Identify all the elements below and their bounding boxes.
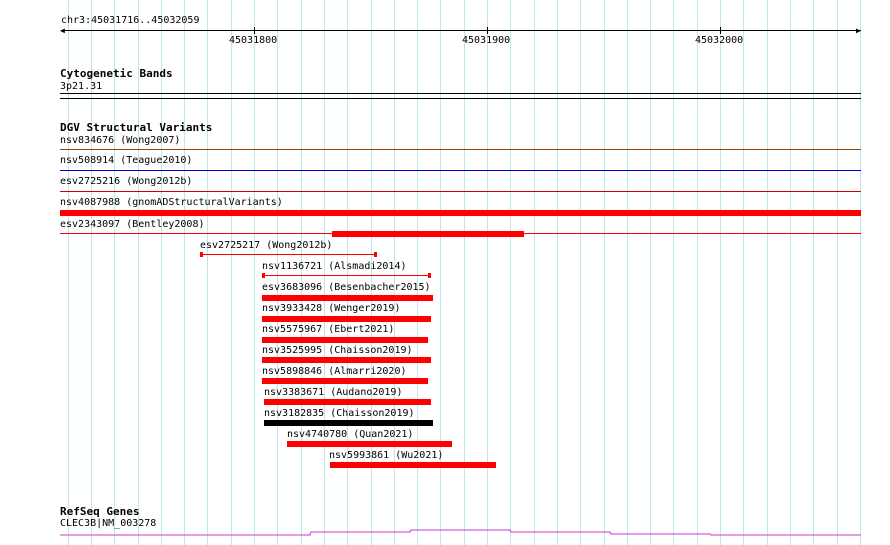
ruler-tick-label: 45031900 xyxy=(462,35,511,46)
grid-line xyxy=(557,0,558,545)
variant-bar[interactable] xyxy=(332,231,524,237)
variant-bar-start xyxy=(262,273,265,278)
grid-line xyxy=(580,0,581,545)
variant-bar-start xyxy=(200,252,203,257)
grid-line xyxy=(813,0,814,545)
variant-bar-end xyxy=(428,273,431,278)
grid-line xyxy=(627,0,628,545)
variant-bar[interactable] xyxy=(60,210,861,216)
variant-bar[interactable] xyxy=(262,357,431,363)
grid-line xyxy=(604,0,605,545)
ruler-tick xyxy=(720,27,721,34)
cytoband-bar-border xyxy=(60,98,861,99)
variant-bar[interactable] xyxy=(201,254,376,255)
grid-line xyxy=(673,0,674,545)
grid-line xyxy=(254,0,255,545)
grid-line xyxy=(650,0,651,545)
variant-label[interactable]: nsv4087988 (gnomADStructuralVariants) xyxy=(60,197,283,209)
variant-label[interactable]: nsv834676 (Wong2007) xyxy=(60,135,180,147)
ruler-range-label: chr3:45031716..45032059 xyxy=(61,15,200,26)
variant-label[interactable]: nsv3525995 (Chaisson2019) xyxy=(262,345,413,357)
variant-label[interactable]: nsv508914 (Teague2010) xyxy=(60,155,192,167)
ruler-tick xyxy=(487,27,488,34)
ruler-axis xyxy=(61,30,861,31)
grid-line xyxy=(138,0,139,545)
variant-bar[interactable] xyxy=(263,275,430,276)
track-title-refseq[interactable]: RefSeq Genes xyxy=(60,505,139,518)
grid-line xyxy=(837,0,838,545)
ruler-right-arrow-icon[interactable]: ▶ xyxy=(856,27,861,35)
grid-line xyxy=(184,0,185,545)
variant-bar[interactable] xyxy=(60,191,861,192)
variant-bar[interactable] xyxy=(60,149,861,150)
variant-label[interactable]: nsv1136721 (Alsmadi2014) xyxy=(262,261,407,273)
variant-bar[interactable] xyxy=(60,170,861,171)
variant-bar[interactable] xyxy=(262,316,431,322)
grid-line xyxy=(114,0,115,545)
ruler-left-arrow-icon[interactable]: ◀ xyxy=(60,27,65,35)
variant-bar[interactable] xyxy=(330,462,496,468)
variant-label[interactable]: esv2343097 (Bentley2008) xyxy=(60,219,205,231)
grid-line xyxy=(697,0,698,545)
grid-line xyxy=(767,0,768,545)
ruler-tick-label: 45032000 xyxy=(695,35,744,46)
grid-line xyxy=(720,0,721,545)
variant-label[interactable]: nsv4740780 (Quan2021) xyxy=(287,429,413,441)
variant-label[interactable]: esv2725217 (Wong2012b) xyxy=(200,240,332,252)
variant-label[interactable]: nsv3182835 (Chaisson2019) xyxy=(264,408,415,420)
variant-label[interactable]: nsv5898846 (Almarri2020) xyxy=(262,366,407,378)
grid-line xyxy=(161,0,162,545)
variant-bar[interactable] xyxy=(262,295,433,301)
grid-line xyxy=(510,0,511,545)
variant-label[interactable]: esv3683096 (Besenbacher2015) xyxy=(262,282,431,294)
variant-bar[interactable] xyxy=(264,420,433,426)
track-title-cytobands[interactable]: Cytogenetic Bands xyxy=(60,67,173,80)
grid-line xyxy=(743,0,744,545)
variant-bar[interactable] xyxy=(287,441,452,447)
gene-intron-line xyxy=(60,529,861,536)
variant-label[interactable]: nsv5993861 (Wu2021) xyxy=(329,450,443,462)
variant-bar[interactable] xyxy=(264,399,431,405)
grid-line xyxy=(534,0,535,545)
grid-line xyxy=(207,0,208,545)
track-title-dgv[interactable]: DGV Structural Variants xyxy=(60,121,212,134)
variant-label[interactable]: esv2725216 (Wong2012b) xyxy=(60,176,192,188)
variant-label[interactable]: nsv5575967 (Ebert2021) xyxy=(262,324,394,336)
gene-model[interactable] xyxy=(0,524,890,538)
ruler-tick-label: 45031800 xyxy=(229,35,278,46)
grid-line xyxy=(790,0,791,545)
variant-bar-end xyxy=(374,252,377,257)
variant-bar[interactable] xyxy=(262,378,428,384)
grid-line xyxy=(860,0,861,545)
cytoband-label: 3p21.31 xyxy=(60,81,103,92)
variant-label[interactable]: nsv3933428 (Wenger2019) xyxy=(262,303,400,315)
variant-bar[interactable] xyxy=(262,337,428,343)
ruler-tick xyxy=(254,27,255,34)
variant-label[interactable]: nsv3383671 (Audano2019) xyxy=(264,387,402,399)
grid-line xyxy=(231,0,232,545)
cytoband-bar[interactable] xyxy=(60,93,861,94)
